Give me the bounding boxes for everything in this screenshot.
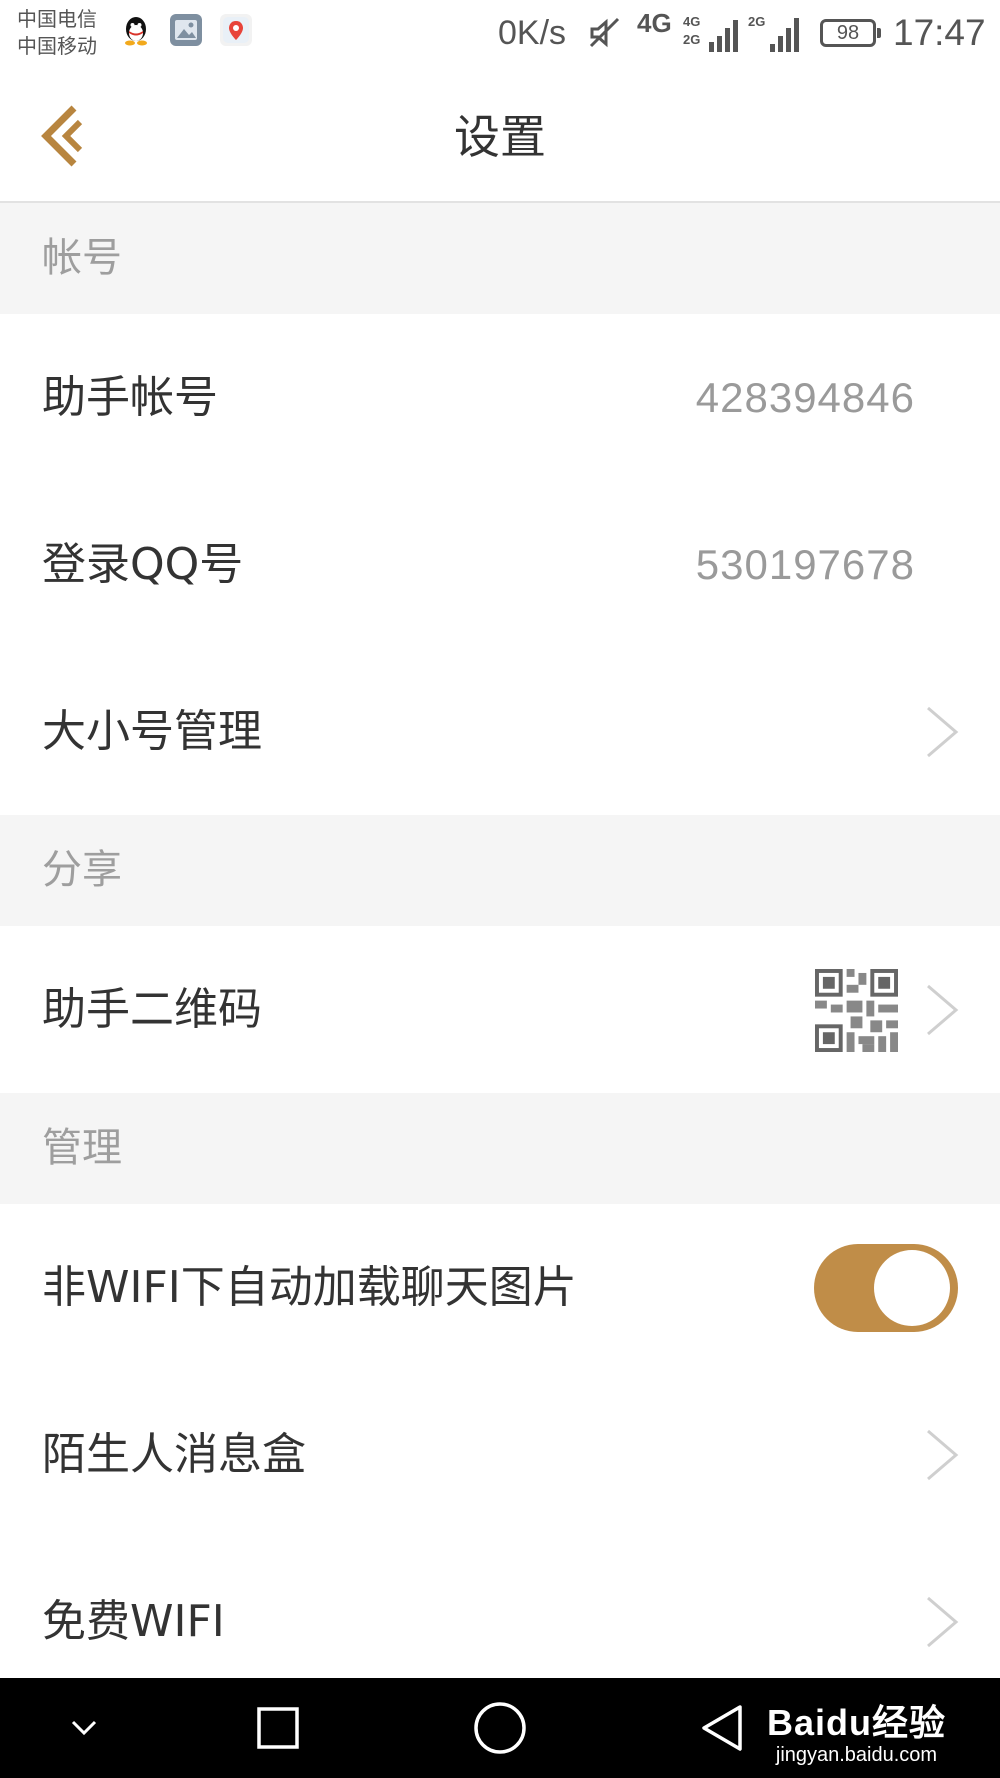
signal-icon-2: 2G — [748, 12, 808, 60]
row-label: 大小号管理 — [42, 706, 262, 757]
network-type: 4G — [637, 8, 672, 38]
baidu-jingyan-watermark: Baidu经验 jingyan.baidu.com — [767, 1694, 946, 1767]
navigation-bar: Baidu经验 jingyan.baidu.com — [0, 1678, 1000, 1778]
carrier-names: 中国电信 中国移动 — [17, 6, 97, 60]
row-stranger-message-box[interactable]: 陌生人消息盒 — [0, 1371, 1000, 1538]
row-value: 428394846 — [695, 374, 915, 421]
carrier-1: 中国电信 — [17, 7, 97, 31]
section-header-account: 帐号 — [0, 203, 1000, 314]
chevron-right-icon — [927, 1596, 959, 1648]
battery-icon: 98 — [820, 19, 881, 47]
toggle-knob — [874, 1250, 950, 1326]
row-label: 陌生人消息盒 — [42, 1429, 306, 1480]
qq-icon — [120, 14, 152, 46]
chevron-down-icon — [71, 1720, 97, 1736]
clock: 17:47 — [893, 12, 986, 53]
mute-icon — [588, 16, 622, 54]
hide-nav-button[interactable] — [62, 1678, 106, 1778]
triangle-back-icon — [702, 1705, 742, 1751]
row-label: 助手帐号 — [42, 372, 218, 423]
page-title: 设置 — [454, 110, 546, 164]
square-icon — [257, 1707, 299, 1749]
carrier-2: 中国移动 — [17, 34, 97, 58]
row-account-management[interactable]: 大小号管理 — [0, 648, 1000, 815]
recents-button[interactable] — [250, 1678, 306, 1778]
signal-label-1b: 2G — [683, 32, 700, 47]
chevron-right-icon — [927, 706, 959, 758]
row-assistant-account[interactable]: 助手帐号 428394846 — [0, 314, 1000, 481]
battery-level: 98 — [836, 22, 860, 44]
section-label: 管理 — [42, 1125, 122, 1171]
back-nav-button[interactable] — [694, 1678, 750, 1778]
row-label: 助手二维码 — [42, 984, 262, 1035]
title-bar: 设置 — [0, 68, 1000, 203]
row-value: 530197678 — [695, 541, 915, 588]
watermark-url: jingyan.baidu.com — [775, 1744, 938, 1766]
auto-load-images-toggle[interactable] — [814, 1244, 958, 1332]
maps-icon — [220, 14, 252, 46]
row-label: 登录QQ号 — [42, 539, 244, 590]
status-bar: 中国电信 中国移动 0K/s 4G 4G 2G 2G 98 17:47 — [0, 0, 1000, 68]
row-label: 非WIFI下自动加载聊天图片 — [42, 1262, 577, 1313]
signal-icon: 4G 2G — [683, 12, 739, 60]
chevron-right-icon — [927, 984, 959, 1036]
net-speed: 0K/s — [498, 14, 567, 52]
circle-icon — [474, 1702, 526, 1754]
section-header-share: 分享 — [0, 815, 1000, 926]
row-auto-load-images: 非WIFI下自动加载聊天图片 — [0, 1204, 1000, 1371]
row-qr-code[interactable]: 助手二维码 — [0, 926, 1000, 1093]
chevron-right-icon — [927, 1429, 959, 1481]
signal-label-2: 2G — [748, 14, 765, 29]
section-label: 帐号 — [42, 235, 122, 281]
section-header-management: 管理 — [0, 1093, 1000, 1204]
qr-code-icon — [815, 969, 898, 1052]
section-label: 分享 — [42, 847, 122, 893]
signal-label-1a: 4G — [683, 14, 700, 29]
watermark-brand: Baidu经验 — [766, 1702, 946, 1743]
home-button[interactable] — [470, 1678, 530, 1778]
gallery-icon — [170, 14, 202, 46]
row-login-qq[interactable]: 登录QQ号 530197678 — [0, 481, 1000, 648]
settings-list: 帐号 助手帐号 428394846 登录QQ号 530197678 大小号管理 … — [0, 203, 1000, 1705]
